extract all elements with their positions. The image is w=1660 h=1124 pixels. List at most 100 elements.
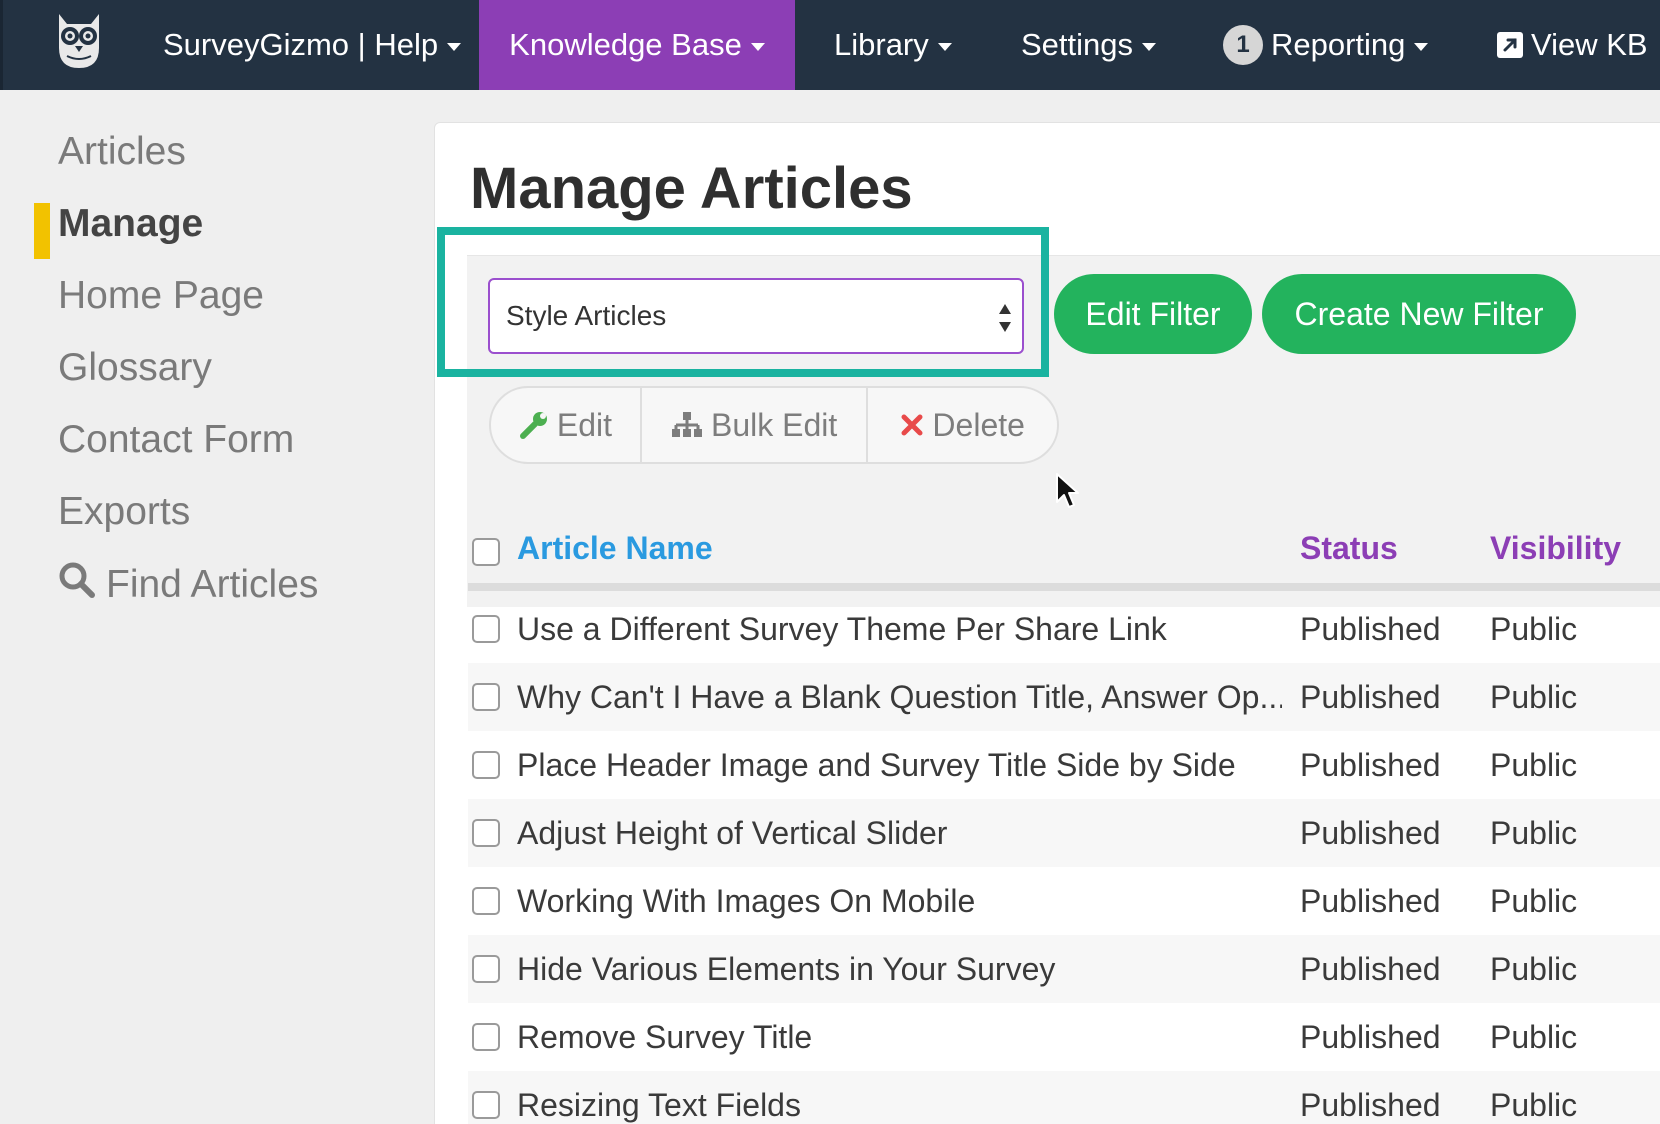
sidebar-item-label: Glossary (58, 346, 212, 389)
status-cell: Published (1300, 678, 1441, 715)
table-row: Place Header Image and Survey Title Side… (468, 731, 1660, 799)
nav-item-label: Reporting (1271, 27, 1406, 62)
column-header-article-name[interactable]: Article Name (517, 530, 713, 567)
chevron-down-icon (750, 43, 765, 51)
sidebar-item-label: Find Articles (106, 563, 319, 606)
table-row: Adjust Height of Vertical Slider Publish… (468, 799, 1660, 867)
table-row: Remove Survey Title Published Public (468, 1003, 1660, 1071)
sidebar-item-manage[interactable]: Manage (58, 202, 203, 246)
nav-item-label: Knowledge Base (509, 27, 742, 62)
status-cell: Published (1300, 1086, 1441, 1123)
row-checkbox[interactable] (472, 1023, 500, 1051)
external-link-icon (1497, 32, 1523, 58)
article-name-cell[interactable]: Place Header Image and Survey Title Side… (517, 731, 1282, 799)
page-title: Manage Articles (470, 156, 913, 221)
edit-label: Edit (556, 406, 613, 443)
sidebar-item-label: Exports (58, 490, 191, 533)
article-name-cell[interactable]: Hide Various Elements in Your Survey (517, 935, 1282, 1003)
nav-reporting[interactable]: 1 Reporting (1223, 0, 1429, 90)
sidebar-item-glossary[interactable]: Glossary (58, 346, 212, 390)
active-indicator (34, 203, 50, 259)
article-name-cell[interactable]: Working With Images On Mobile (517, 867, 1282, 935)
status-cell: Published (1300, 610, 1441, 647)
nav-knowledge-base[interactable]: Knowledge Base (479, 0, 795, 90)
nav-settings[interactable]: Settings (1021, 0, 1157, 90)
article-name-cell[interactable]: Resizing Text Fields (517, 1071, 1282, 1124)
filter-select-value: Style Articles (506, 300, 667, 331)
nav-brand-label: SurveyGizmo | Help (163, 27, 439, 62)
column-header-visibility[interactable]: Visibility (1490, 530, 1621, 567)
table-row: Why Can't I Have a Blank Question Title,… (468, 663, 1660, 731)
create-filter-label: Create New Filter (1294, 295, 1544, 332)
chevron-down-icon (1142, 43, 1157, 51)
nav-brand-help[interactable]: SurveyGizmo | Help (163, 0, 462, 90)
chevron-down-icon (937, 43, 952, 51)
table-row: Use a Different Survey Theme Per Share L… (468, 595, 1660, 663)
bulk-edit-button[interactable]: Bulk Edit (642, 388, 869, 462)
edit-button[interactable]: Edit (491, 388, 642, 462)
sidebar-item-find-articles[interactable]: Find Articles (58, 561, 318, 609)
top-navigation: SurveyGizmo | Help Knowledge Base Librar… (0, 0, 1660, 90)
wrench-icon (519, 410, 549, 440)
sidebar-item-label: Articles (58, 130, 186, 173)
notification-badge: 1 (1223, 25, 1263, 65)
select-arrows-icon (998, 300, 1012, 336)
select-all-checkbox[interactable] (472, 538, 500, 566)
nav-item-label: View KB (1531, 27, 1648, 62)
sidebar-item-home-page[interactable]: Home Page (58, 274, 264, 318)
column-header-status[interactable]: Status (1300, 530, 1398, 567)
visibility-cell: Public (1490, 746, 1578, 783)
row-checkbox[interactable] (472, 819, 500, 847)
owl-logo-icon[interactable] (51, 10, 107, 72)
bulk-actions-group: Edit Bulk Edit Delete (489, 386, 1059, 464)
row-checkbox[interactable] (472, 887, 500, 915)
article-name-cell[interactable]: Adjust Height of Vertical Slider (517, 799, 1282, 867)
status-cell: Published (1300, 814, 1441, 851)
bulk-edit-label: Bulk Edit (711, 406, 838, 443)
sidebar-item-label: Manage (58, 202, 204, 245)
chevron-down-icon (1414, 43, 1429, 51)
status-cell: Published (1300, 950, 1441, 987)
visibility-cell: Public (1490, 882, 1578, 919)
row-checkbox[interactable] (472, 683, 500, 711)
mouse-pointer-icon (1055, 472, 1081, 515)
close-icon (900, 413, 924, 437)
delete-label: Delete (932, 406, 1025, 443)
status-cell: Published (1300, 882, 1441, 919)
sidebar-item-exports[interactable]: Exports (58, 490, 190, 534)
nav-item-label: Library (834, 27, 929, 62)
row-checkbox[interactable] (472, 615, 500, 643)
nav-item-label: Settings (1021, 27, 1134, 62)
visibility-cell: Public (1490, 610, 1578, 647)
edit-filter-label: Edit Filter (1085, 295, 1221, 332)
sidebar-item-contact-form[interactable]: Contact Form (58, 418, 294, 462)
sidebar-item-label: Home Page (58, 274, 264, 317)
visibility-cell: Public (1490, 1086, 1578, 1123)
table-row: Working With Images On Mobile Published … (468, 867, 1660, 935)
edit-filter-button[interactable]: Edit Filter (1054, 274, 1252, 354)
nav-view-kb[interactable]: View KB (1497, 0, 1648, 90)
visibility-cell: Public (1490, 678, 1578, 715)
status-cell: Published (1300, 746, 1441, 783)
article-name-cell[interactable]: Use a Different Survey Theme Per Share L… (517, 595, 1282, 663)
visibility-cell: Public (1490, 1018, 1578, 1055)
sidebar-item-label: Contact Form (58, 418, 295, 461)
sidebar-item-articles[interactable]: Articles (58, 130, 186, 174)
table-row: Resizing Text Fields Published Public (468, 1071, 1660, 1124)
row-checkbox[interactable] (472, 751, 500, 779)
article-name-cell[interactable]: Remove Survey Title (517, 1003, 1282, 1071)
sidebar: Articles Manage Home Page Glossary Conta… (0, 90, 430, 1124)
nav-library[interactable]: Library (834, 0, 952, 90)
visibility-cell: Public (1490, 814, 1578, 851)
row-checkbox[interactable] (472, 955, 500, 983)
search-icon (58, 561, 96, 609)
header-divider (468, 583, 1660, 591)
create-new-filter-button[interactable]: Create New Filter (1262, 274, 1576, 354)
row-checkbox[interactable] (472, 1091, 500, 1119)
table-row: Hide Various Elements in Your Survey Pub… (468, 935, 1660, 1003)
filter-select[interactable]: Style Articles (488, 278, 1024, 354)
article-name-cell[interactable]: Why Can't I Have a Blank Question Title,… (517, 663, 1282, 731)
delete-button[interactable]: Delete (868, 388, 1057, 462)
chevron-down-icon (447, 43, 462, 51)
visibility-cell: Public (1490, 950, 1578, 987)
